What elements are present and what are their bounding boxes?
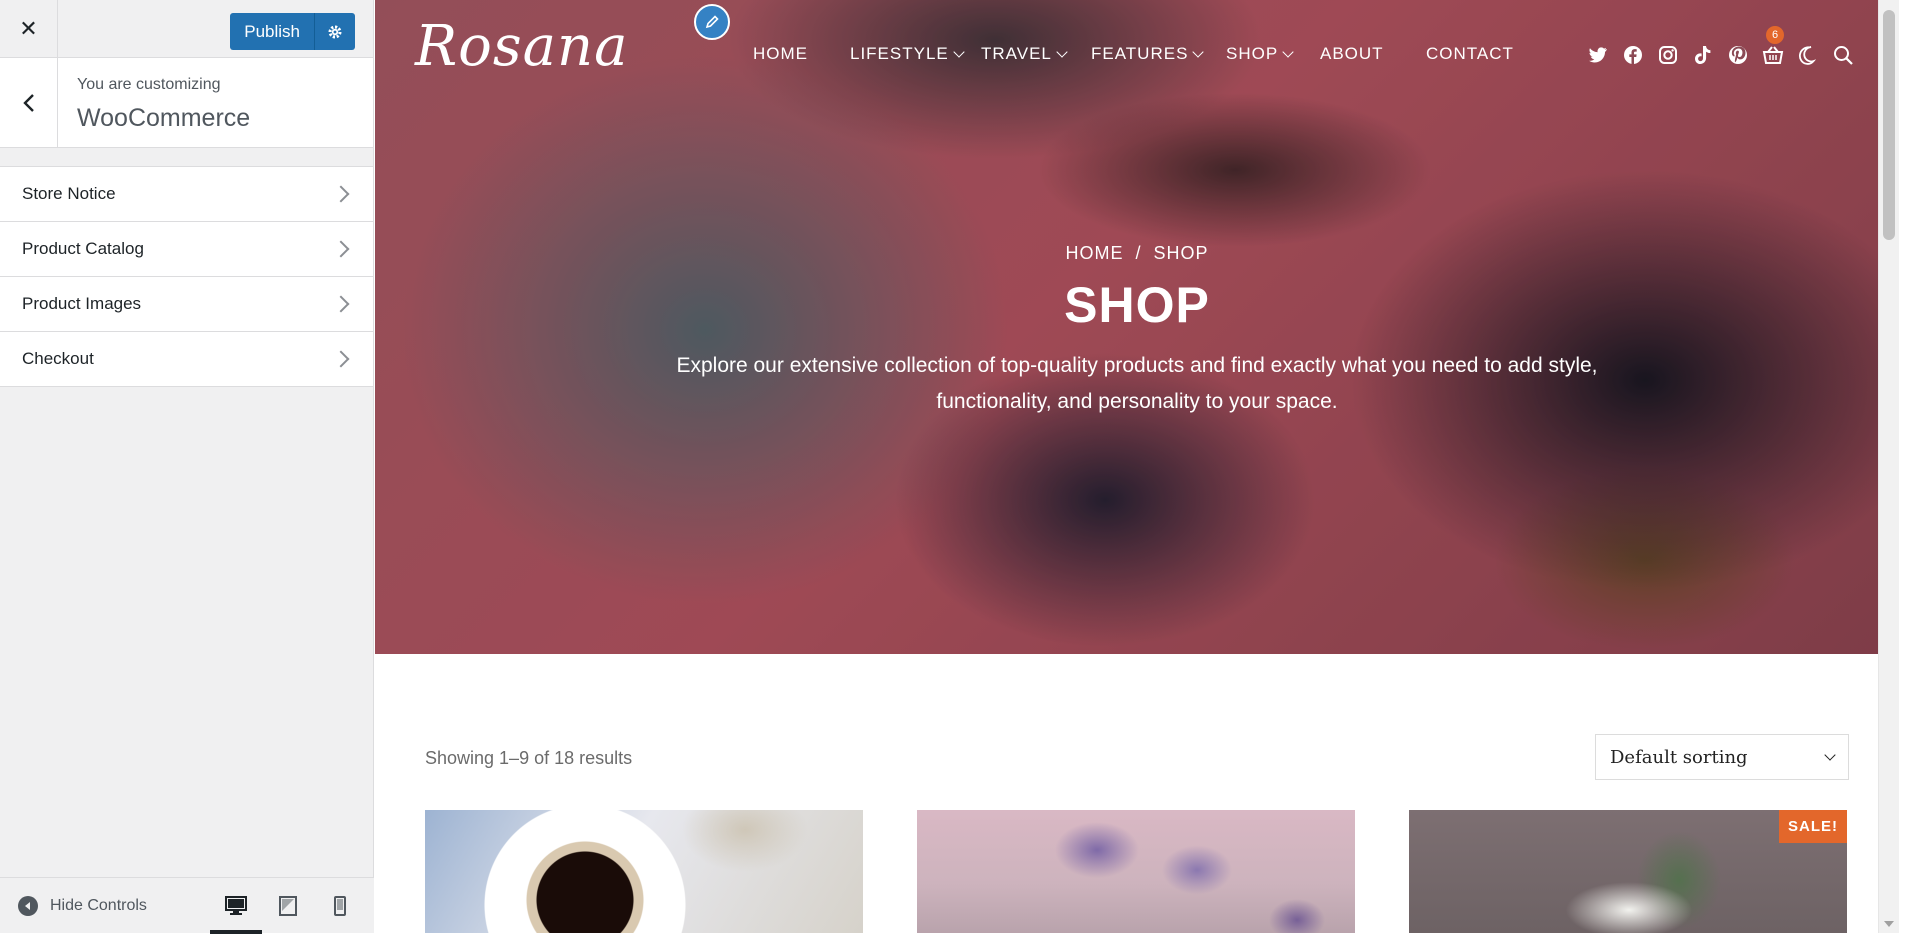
page-title: SHOP [1064,277,1210,333]
customizing-label: You are customizing [77,76,221,93]
result-count: Showing 1–9 of 18 results [425,748,633,768]
chevron-right-icon [332,295,350,313]
mobile-icon [334,895,346,916]
section-item-store-notice[interactable]: Store Notice [0,167,373,222]
section-info: You are customizing WooCommerce [0,58,373,148]
collapse-icon [18,895,38,916]
hide-controls-label: Hide Controls [50,896,147,914]
preview-tablet-button[interactable] [262,878,314,934]
chevron-down-icon [1282,46,1294,58]
chevron-down-icon [1056,46,1068,58]
breadcrumb: HOME / SHOP [375,243,1899,264]
nav-item-shop[interactable]: SHOP [1226,44,1294,64]
nav-item-label: FEATURES [1091,44,1189,63]
preview-scrollbar[interactable] [1878,0,1899,933]
chevron-left-icon [22,94,34,112]
twitter-icon [1589,47,1607,63]
tiktok-icon [1695,46,1711,64]
nav-item-lifestyle[interactable]: LIFESTYLE [850,44,965,64]
nav-item-travel[interactable]: TRAVEL [981,44,1068,64]
site-preview: Rosana HOME LIFESTYLE TRAVEL FEATURES SH… [375,0,1899,933]
header-icons: 6 [1587,26,1854,66]
hero-banner: Rosana HOME LIFESTYLE TRAVEL FEATURES SH… [375,0,1899,654]
nav-item-label: HOME [753,44,808,63]
nav-item-contact[interactable]: CONTACT [1426,44,1514,64]
scroll-down-arrow-icon[interactable] [1884,921,1894,927]
scrollbar-thumb[interactable] [1883,10,1895,240]
product-grid: SALE! [425,810,1849,933]
breadcrumb-current: SHOP [1153,243,1209,263]
pinterest-icon [1729,46,1747,64]
chevron-down-icon [953,46,965,58]
search-icon [1834,46,1853,65]
nav-item-about[interactable]: ABOUT [1320,44,1384,64]
sort-select[interactable]: Default sorting [1595,734,1849,780]
breadcrumb-home-link[interactable]: HOME [1065,243,1123,263]
nav-item-label: TRAVEL [981,44,1052,63]
nav-item-features[interactable]: FEATURES [1091,44,1205,64]
edit-shortcut-button[interactable] [694,4,730,40]
nav-item-label: CONTACT [1426,44,1514,63]
sort-select-value: Default sorting [1610,746,1748,768]
pencil-icon [705,15,719,29]
hide-controls-button[interactable]: Hide Controls [0,895,210,916]
publish-group: Publish [230,13,355,50]
section-item-label: Checkout [22,349,94,368]
customizer-footer: Hide Controls [0,877,374,934]
device-switcher [210,878,366,934]
dark-mode-toggle[interactable] [1797,44,1819,66]
tablet-icon [279,895,297,916]
breadcrumb-separator: / [1135,243,1142,263]
section-list: Store Notice Product Catalog Product Ima… [0,166,373,387]
product-card[interactable] [917,810,1355,933]
chevron-down-icon [1824,749,1836,761]
section-item-product-images[interactable]: Product Images [0,277,373,332]
page-description: Explore our extensive collection of top-… [676,354,1598,413]
preview-mobile-button[interactable] [314,878,366,934]
customizer-header: ✕ Publish [0,0,373,58]
moon-icon [1798,46,1817,65]
section-item-checkout[interactable]: Checkout [0,332,373,387]
nav-item-home[interactable]: HOME [753,44,808,64]
chevron-right-icon [332,240,350,258]
cart-count-badge: 6 [1766,26,1784,44]
search-button[interactable] [1832,44,1854,66]
back-button[interactable] [0,58,58,148]
facebook-icon [1624,46,1642,64]
chevron-right-icon [332,350,350,368]
nav-item-label: ABOUT [1320,44,1384,63]
customizer-sidebar: ✕ Publish You are customizing WooCommerc… [0,0,374,934]
publish-button[interactable]: Publish [230,13,315,50]
close-customizer-button[interactable]: ✕ [0,0,58,58]
pinterest-link[interactable] [1727,44,1749,66]
gear-icon [328,25,342,38]
nav-item-label: LIFESTYLE [850,44,949,63]
chevron-right-icon [332,185,350,203]
product-card[interactable]: SALE! [1409,810,1847,933]
basket-icon [1762,46,1784,64]
facebook-link[interactable] [1622,44,1644,66]
twitter-link[interactable] [1587,44,1609,66]
section-item-label: Product Catalog [22,239,144,258]
nav-item-label: SHOP [1226,44,1279,63]
instagram-link[interactable] [1657,44,1679,66]
preview-desktop-button[interactable] [210,878,262,934]
product-card[interactable] [425,810,863,933]
instagram-icon [1659,46,1677,64]
section-item-label: Product Images [22,294,142,313]
section-title: WooCommerce [77,104,251,132]
desktop-icon [225,895,247,915]
publish-settings-button[interactable] [315,13,355,50]
section-item-product-catalog[interactable]: Product Catalog [0,222,373,277]
cart-button[interactable]: 6 [1762,26,1784,66]
tiktok-link[interactable] [1692,44,1714,66]
chevron-down-icon [1192,46,1205,58]
sale-badge: SALE! [1779,810,1847,843]
section-item-label: Store Notice [22,184,116,203]
